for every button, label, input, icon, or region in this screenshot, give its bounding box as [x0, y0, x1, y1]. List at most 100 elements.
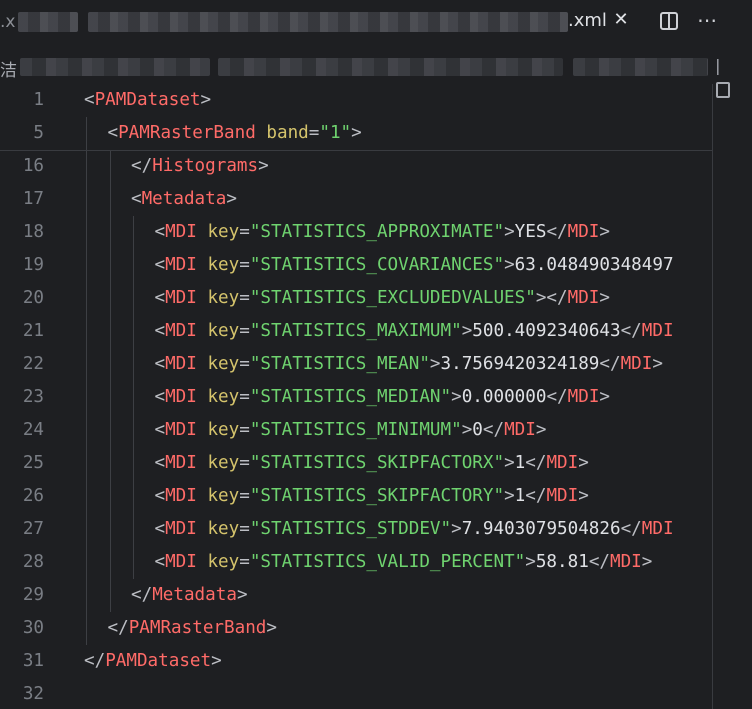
token-attr: key	[207, 354, 240, 374]
code-line[interactable]: 23 <MDI key="STATISTICS_MEDIAN">0.000000<…	[0, 381, 752, 414]
code-line[interactable]: 26 <MDI key="STATISTICS_SKIPFACTORY">1</M…	[0, 480, 752, 513]
token-br: </	[482, 420, 505, 440]
token-br: >	[652, 354, 663, 374]
line-number: 5	[33, 123, 44, 143]
split-editor-icon[interactable]	[660, 12, 678, 30]
token-txt: 1	[514, 486, 526, 506]
indent-guide	[109, 348, 111, 381]
token-br: </	[525, 486, 547, 506]
line-number: 20	[22, 288, 44, 308]
token-br: </	[620, 321, 642, 341]
token-val: "STATISTICS_SKIPFACTORX"	[249, 453, 505, 473]
token-br: >	[211, 651, 222, 671]
code-line[interactable]: 20 <MDI key="STATISTICS_EXCLUDEDVALUES"><…	[0, 282, 752, 315]
line-code: <MDI key="STATISTICS_VALID_PERCENT">58.8…	[155, 546, 653, 579]
indent-guide	[133, 315, 134, 348]
line-code: <MDI key="STATISTICS_MINIMUM">0</MDI>	[155, 414, 547, 447]
code-line[interactable]: 5 <PAMRasterBand band="1">	[0, 117, 752, 150]
redacted-breadcrumb-segment[interactable]	[20, 58, 210, 76]
indent-guide	[133, 447, 134, 480]
token-br: >	[451, 387, 462, 407]
indent-guide	[109, 480, 111, 513]
code-line[interactable]: 17 <Metadata>	[0, 183, 752, 216]
token-attr: band	[266, 123, 309, 143]
token-br: </	[107, 618, 129, 638]
code-line[interactable]: 16 </Histograms>	[0, 150, 752, 183]
breadcrumb: 洁 |	[0, 52, 752, 84]
code-line[interactable]: 24 <MDI key="STATISTICS_MINIMUM">0</MDI>	[0, 414, 752, 447]
code-line[interactable]: 21 <MDI key="STATISTICS_MAXIMUM">500.4092…	[0, 315, 752, 348]
active-tab-filename[interactable]: .xml	[568, 10, 607, 31]
token-br: >	[258, 156, 269, 176]
token-txt: 0	[472, 420, 483, 440]
indent-guide	[86, 513, 87, 546]
breadcrumb-fragment[interactable]: 洁	[0, 56, 17, 81]
indent-guide	[86, 480, 87, 513]
token-tag: Metadata	[141, 189, 227, 209]
indent-guide	[86, 117, 87, 150]
code-line[interactable]: 29 </Metadata>	[0, 579, 752, 612]
indent-guide	[109, 381, 111, 414]
redacted-breadcrumb-segment[interactable]	[573, 58, 708, 76]
previous-tab-fragment[interactable]: .x	[0, 12, 15, 32]
token-br: </	[588, 552, 610, 572]
token-br: =	[239, 321, 250, 341]
indent-guide	[86, 150, 87, 183]
token-br: >	[535, 420, 547, 440]
token-br: >	[599, 288, 610, 308]
close-tab-icon[interactable]: ✕	[612, 9, 630, 31]
indent-guide	[133, 216, 134, 249]
code-line[interactable]: 25 <MDI key="STATISTICS_SKIPFACTORX">1</M…	[0, 447, 752, 480]
code-line[interactable]: 1 <PAMDataset>	[0, 84, 752, 117]
line-code: <MDI key="STATISTICS_SKIPFACTORY">1</MDI…	[155, 480, 589, 513]
redacted-breadcrumb-segment[interactable]	[218, 58, 563, 76]
code-line[interactable]: 32	[0, 678, 752, 709]
code-line[interactable]: 28 <MDI key="STATISTICS_VALID_PERCENT">58…	[0, 546, 752, 579]
code-line[interactable]: 30 </PAMRasterBand>	[0, 612, 752, 645]
code-line[interactable]: 27 <MDI key="STATISTICS_STDDEV">7.9403079…	[0, 513, 752, 546]
token-tag: MDI	[165, 321, 197, 341]
token-tag: MDI	[165, 288, 197, 308]
code-line[interactable]: 22 <MDI key="STATISTICS_MEAN">3.756942032…	[0, 348, 752, 381]
token-br: >	[200, 90, 212, 110]
token-tag: Metadata	[152, 585, 237, 605]
indent-guide	[109, 579, 111, 612]
line-code: </Metadata>	[131, 579, 248, 612]
indent-guide	[133, 513, 134, 546]
token-br: <	[154, 486, 166, 506]
code-line[interactable]: 18 <MDI key="STATISTICS_APPROXIMATE">YES<…	[0, 216, 752, 249]
token-br: >	[599, 222, 610, 242]
token-attr: key	[207, 420, 240, 440]
token-br: <	[84, 90, 95, 110]
line-number: 27	[22, 519, 44, 539]
vertical-scrollbar[interactable]	[712, 84, 713, 709]
token-attr: key	[207, 486, 240, 506]
redacted-active-tab-name[interactable]	[88, 12, 568, 32]
code-line[interactable]: 31 </PAMDataset>	[0, 645, 752, 678]
line-number: 31	[22, 651, 44, 671]
more-actions-icon[interactable]: ⋯	[697, 8, 718, 32]
line-number: 23	[22, 387, 44, 407]
indent-guide	[133, 348, 134, 381]
indent-guide	[86, 315, 87, 348]
token-tag: MDI	[641, 321, 674, 341]
line-number: 18	[22, 222, 44, 242]
indent-guide	[133, 381, 134, 414]
code-line[interactable]: 19 <MDI key="STATISTICS_COVARIANCES">63.0…	[0, 249, 752, 282]
indent-guide	[86, 612, 87, 645]
token-br: =	[239, 288, 250, 308]
line-number: 24	[22, 420, 44, 440]
token-br: >	[641, 552, 653, 572]
code-editor[interactable]: 1 <PAMDataset> 5 <PAMRasterBand band="1"> 16…	[0, 84, 752, 709]
token-br: >	[578, 453, 589, 473]
token-val: "STATISTICS_STDDEV"	[249, 519, 452, 539]
line-number: 29	[22, 585, 44, 605]
token-txt: 3.7569420324189	[440, 354, 600, 374]
token-br: =	[239, 420, 250, 440]
token-val: "STATISTICS_MEAN"	[249, 354, 430, 374]
token-tag: MDI	[165, 552, 197, 572]
token-br: ></	[535, 288, 568, 308]
line-code: </PAMRasterBand>	[108, 612, 277, 645]
token-br: =	[239, 387, 250, 407]
